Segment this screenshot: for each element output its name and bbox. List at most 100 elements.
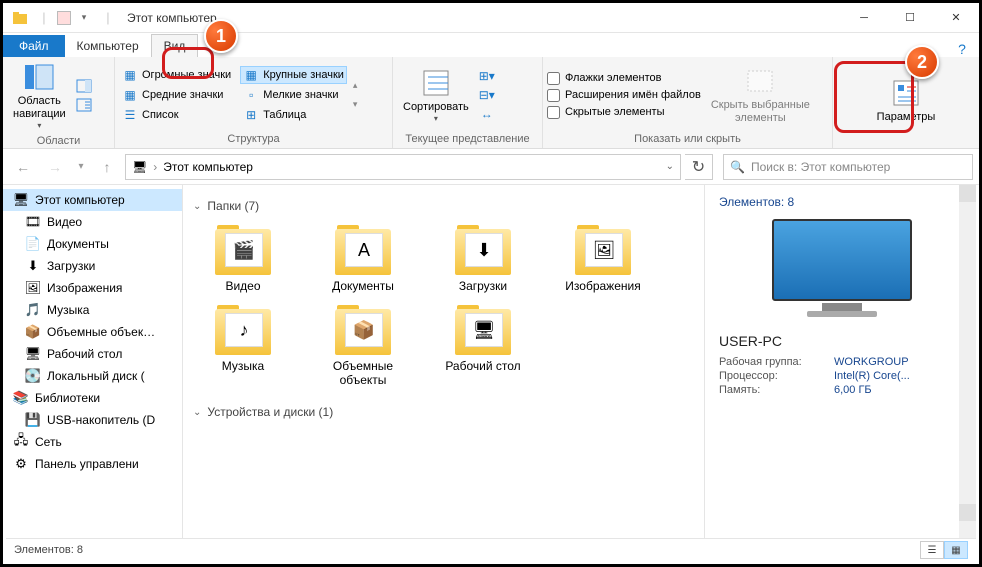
layout-list[interactable]: ☰Список [119, 106, 234, 124]
sidebar-item[interactable]: 🖧Сеть [3, 431, 182, 453]
sidebar-item[interactable]: 📦Объемные объек… [3, 321, 182, 343]
refresh-button[interactable]: ↻ [685, 154, 713, 180]
options-button[interactable]: Параметры [871, 75, 942, 126]
sidebar-item[interactable]: 🎵Музыка [3, 299, 182, 321]
address-bar[interactable]: 🖥 › Этот компьютер ⌄ [125, 154, 681, 180]
sidebar-item-label: Локальный диск ( [47, 369, 145, 383]
sidebar-item[interactable]: ⚙Панель управлени [3, 453, 182, 475]
navigation-tree[interactable]: 🖥Этот компьютер🎞Видео📄Документы⬇Загрузки… [3, 185, 183, 545]
ribbon: Область навигации ▾ Области ▦Огромные зн… [3, 57, 979, 149]
add-columns-button[interactable]: ⊟▾ [479, 87, 495, 103]
search-box[interactable]: 🔍 Поиск в: Этот компьютер [723, 154, 973, 180]
recent-locations-button[interactable]: ▾ [73, 153, 89, 181]
forward-button[interactable]: → [41, 153, 69, 181]
folder-item[interactable]: A Документы [313, 223, 413, 293]
main-pane[interactable]: ⌄ Папки (7) 🎬Видео A Документы ⬇ Загрузки 🖼Из… [183, 185, 704, 545]
scrollbar-vertical[interactable] [959, 185, 976, 521]
show-hide-group-label: Показать или скрыть [547, 131, 828, 148]
close-button[interactable]: ✕ [933, 3, 979, 33]
scroll-corner [959, 521, 976, 538]
computer-icon [772, 219, 912, 319]
folder-icon: A [331, 223, 395, 275]
folder-icon: ⬇ [451, 223, 515, 275]
folder-item[interactable]: ⬇ Загрузки [433, 223, 533, 293]
layout-scroll-down[interactable]: ▾ [353, 99, 358, 110]
maximize-button[interactable]: ☐ [887, 3, 933, 33]
sidebar-item[interactable]: 🎞Видео [3, 211, 182, 233]
file-extensions-toggle[interactable]: Расширения имён файлов [547, 88, 701, 103]
layout-huge-icons[interactable]: ▦Огромные значки [119, 66, 234, 84]
folder-label: Видео [225, 279, 260, 293]
tab-view[interactable]: Вид [151, 34, 199, 57]
sidebar-item[interactable]: 🖼Изображения [3, 277, 182, 299]
hide-selected-button[interactable]: Скрыть выбранные элементы [705, 63, 816, 127]
drives-section-header[interactable]: ⌄ Устройства и диски (1) [193, 405, 694, 419]
sidebar-item[interactable]: 💽 Локальный диск ( [3, 365, 182, 387]
group-by-button[interactable]: ⊞▾ [479, 68, 495, 84]
sidebar-item[interactable]: 🖥Этот компьютер [3, 189, 182, 211]
item-checkboxes-toggle[interactable]: Флажки элементов [547, 71, 701, 86]
autosize-columns-button[interactable]: ↔ [479, 106, 495, 122]
sidebar-item-label: USB-накопитель (D [47, 413, 155, 427]
folder-label: Документы [332, 279, 394, 293]
folder-item[interactable]: 🖼Изображения [553, 223, 653, 293]
pc-name: USER-PC [719, 333, 965, 349]
sidebar-item-label: Видео [47, 215, 82, 229]
sidebar-item-icon: 📦 [25, 324, 41, 340]
sort-button[interactable]: Сортировать ▾ [397, 65, 475, 126]
back-button[interactable]: ← [9, 153, 37, 181]
sidebar-item-icon: 💽 [25, 368, 41, 384]
sidebar-item[interactable]: 📚Библиотеки [3, 387, 182, 409]
details-pane-button[interactable] [76, 97, 92, 113]
panes-group-label: Области [7, 133, 110, 150]
layout-large-icons[interactable]: ▦Крупные значки [240, 66, 347, 84]
sidebar-item-icon: 💾 [25, 412, 41, 428]
spec-row: Рабочая группа:WORKGROUP [719, 355, 965, 369]
view-large-toggle[interactable]: ▦ [944, 541, 968, 559]
preview-pane-button[interactable] [76, 78, 92, 94]
folder-icon: ♪ [211, 303, 275, 355]
sidebar-item[interactable]: 📄Документы [3, 233, 182, 255]
folder-label: Рабочий стол [445, 359, 520, 373]
window-title: Этот компьютер [127, 11, 217, 25]
sidebar-item[interactable]: ⬇Загрузки [3, 255, 182, 277]
layout-scroll-up[interactable]: ▴ [353, 80, 358, 91]
qat-checkbox-icon[interactable] [57, 11, 71, 25]
status-text: Элементов: 8 [14, 544, 83, 556]
chevron-down-icon: ⌄ [193, 201, 201, 212]
layout-medium-icons[interactable]: ▦Средние значки [119, 86, 234, 104]
status-bar: Элементов: 8 ☰ ▦ [6, 538, 976, 561]
address-text: Этот компьютер [163, 160, 253, 174]
sidebar-item[interactable]: 💾 USB-накопитель (D [3, 409, 182, 431]
sidebar-item-icon: ⬇ [25, 258, 41, 274]
folder-item[interactable]: 🖥Рабочий стол [433, 303, 533, 387]
layout-table[interactable]: ⊞Таблица [240, 106, 347, 124]
sidebar-item-label: Библиотеки [35, 391, 100, 405]
help-button[interactable]: ? [945, 41, 979, 57]
view-details-toggle[interactable]: ☰ [920, 541, 944, 559]
folder-item[interactable]: ♪Музыка [193, 303, 293, 387]
layout-small-icons[interactable]: ▫Мелкие значки [240, 86, 347, 104]
spec-label: Процессор: [719, 370, 834, 382]
sidebar-item-label: Панель управлени [35, 457, 139, 471]
layout-group-label: Структура [119, 131, 388, 148]
title-bar: | ▾ | Этот компьютер ─ ☐ ✕ [3, 3, 979, 33]
tab-file[interactable]: Файл [3, 35, 65, 57]
chevron-down-icon: ⌄ [193, 407, 201, 418]
hidden-items-toggle[interactable]: Скрытые элементы [547, 105, 701, 120]
sidebar-item-icon: 🖥 [13, 192, 29, 208]
tab-computer[interactable]: Компьютер [65, 35, 151, 57]
up-button[interactable]: ↑ [93, 153, 121, 181]
folder-item[interactable]: 🎬Видео [193, 223, 293, 293]
details-pane: Элементов: 8 USER-PC Рабочая группа:WORK… [704, 185, 979, 545]
spec-value: 6,00 ГБ [834, 384, 872, 396]
current-view-group-label: Текущее представление [397, 131, 538, 148]
folder-item[interactable]: 📦Объемные объекты [313, 303, 413, 387]
navigation-pane-button[interactable]: Область навигации ▾ [7, 59, 72, 133]
folder-label: Загрузки [459, 279, 507, 293]
qat-dropdown-icon[interactable]: ▾ [73, 7, 95, 29]
address-dropdown-icon[interactable]: ⌄ [666, 161, 674, 172]
sidebar-item[interactable]: 🖥Рабочий стол [3, 343, 182, 365]
minimize-button[interactable]: ─ [841, 3, 887, 33]
folders-section-header[interactable]: ⌄ Папки (7) [193, 199, 694, 213]
